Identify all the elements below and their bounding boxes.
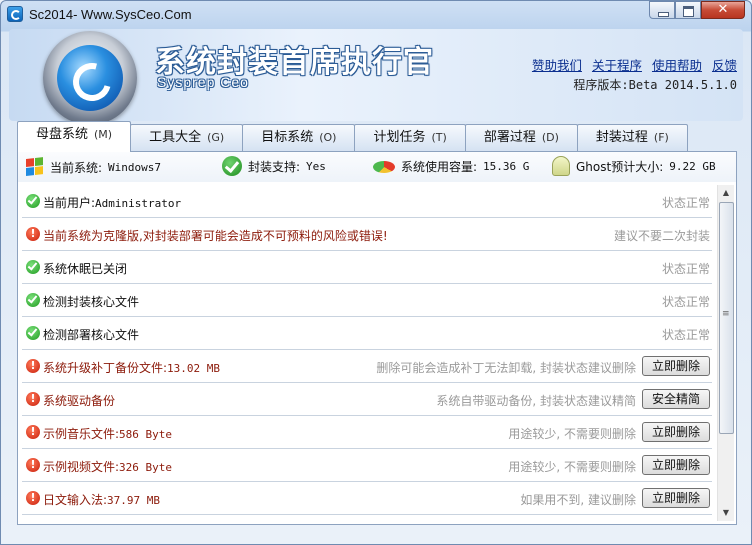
list-item: ! 示例音乐文件:586 Byte 用途较少, 不需要则删除 立即删除 bbox=[22, 416, 712, 449]
minimize-button[interactable] bbox=[649, 1, 675, 19]
app-window: Sc2014- Www.SysCeo.Com ✕ 系统封装首席执行官 Syspr… bbox=[0, 0, 752, 545]
header-links: 赞助我们 关于程序 使用帮助 反馈 bbox=[532, 55, 737, 74]
item-note: 如果用不到, 建议删除 bbox=[520, 493, 636, 507]
item-note: 状态正常 bbox=[661, 262, 710, 276]
ok-status-icon bbox=[26, 260, 40, 274]
list-item: ! 示例视频文件:326 Byte 用途较少, 不需要则删除 立即删除 bbox=[22, 449, 712, 482]
delete-now-button[interactable]: 立即删除 bbox=[642, 488, 710, 508]
item-note: 用途较少, 不需要则删除 bbox=[508, 427, 636, 441]
maximize-button[interactable] bbox=[675, 1, 701, 19]
tab-bar: 母盘系统 (M) 工具大全 (G) 目标系统 (O) 计划任务 (T) 部署过程 (D) … bbox=[17, 121, 688, 152]
warning-status-icon: ! bbox=[26, 227, 40, 241]
ok-status-icon bbox=[26, 293, 40, 307]
scroll-up-icon[interactable]: ▲ bbox=[718, 185, 734, 201]
list-item: 系统休眠已关闭 状态正常 bbox=[22, 251, 712, 284]
sponsor-link[interactable]: 赞助我们 bbox=[532, 55, 582, 74]
item-note: 删除可能会造成补丁无法卸载, 封装状态建议删除 bbox=[376, 361, 636, 375]
ghost-value: 9.22 GB bbox=[669, 159, 716, 173]
support-value: Yes bbox=[306, 159, 326, 173]
version-label: 程序版本:Beta 2014.5.1.0 bbox=[573, 78, 737, 92]
windows-logo-icon bbox=[26, 157, 44, 177]
item-text: 检测封装核心文件 bbox=[43, 295, 140, 309]
logo-icon bbox=[43, 31, 137, 125]
item-text: 检测部署核心文件 bbox=[43, 328, 140, 342]
system-info-bar: 当前系统: Windows7 封装支持: Yes 系统使用容量: 15.36 G Gh… bbox=[18, 152, 736, 182]
pie-chart-icon bbox=[373, 160, 395, 173]
list-item: ! 系统驱动备份 系统自带驱动备份, 封装状态建议精简 安全精简 bbox=[22, 383, 712, 416]
warning-status-icon: ! bbox=[26, 458, 40, 472]
scrollbar[interactable]: ▲ ▼ bbox=[717, 185, 734, 521]
close-button[interactable]: ✕ bbox=[701, 1, 745, 19]
delete-now-button[interactable]: 立即删除 bbox=[642, 422, 710, 442]
list-item: 检测封装核心文件 状态正常 bbox=[22, 284, 712, 317]
close-icon: ✕ bbox=[717, 2, 729, 17]
help-link[interactable]: 使用帮助 bbox=[652, 55, 702, 74]
safe-slim-button[interactable]: 安全精简 bbox=[642, 389, 710, 409]
item-note: 建议不要二次封装 bbox=[613, 229, 710, 243]
item-note: 状态正常 bbox=[661, 328, 710, 342]
feedback-link[interactable]: 反馈 bbox=[712, 55, 737, 74]
list-item: ! 日文输入法:37.97 MB 如果用不到, 建议删除 立即删除 bbox=[22, 482, 712, 515]
item-note: 状态正常 bbox=[661, 196, 710, 210]
item-text: 示例音乐文件:586 Byte bbox=[43, 427, 173, 441]
scroll-down-icon[interactable]: ▼ bbox=[718, 505, 734, 521]
item-text: 当前系统为克隆版,对封装部署可能会造成不可预料的风险或错误! bbox=[43, 229, 388, 243]
window-controls: ✕ bbox=[649, 1, 745, 19]
warning-status-icon: ! bbox=[26, 392, 40, 406]
item-text: 系统休眠已关闭 bbox=[43, 262, 128, 276]
list-item: ! 系统升级补丁备份文件:13.02 MB 删除可能会造成补丁无法卸载, 封装状态建… bbox=[22, 350, 712, 383]
window-title: Sc2014- Www.SysCeo.Com bbox=[29, 7, 192, 22]
item-note: 用途较少, 不需要则删除 bbox=[508, 460, 636, 474]
title-bar[interactable]: Sc2014- Www.SysCeo.Com ✕ bbox=[1, 1, 751, 28]
tab-tools[interactable]: 工具大全 (G) bbox=[130, 124, 244, 151]
item-text: 系统升级补丁备份文件:13.02 MB bbox=[43, 361, 221, 375]
warning-status-icon: ! bbox=[26, 491, 40, 505]
system-usage-info: 系统使用容量: 15.36 G bbox=[373, 158, 529, 175]
check-list: 当前用户:Administrator 状态正常! 当前系统为克隆版,对封装部署可能会… bbox=[22, 185, 712, 521]
item-note: 系统自带驱动备份, 封装状态建议精简 bbox=[436, 394, 636, 408]
item-text: 日文输入法:37.97 MB bbox=[43, 493, 161, 507]
current-os-value: Windows7 bbox=[108, 160, 162, 174]
tab-deploy-process[interactable]: 部署过程 (D) bbox=[464, 124, 578, 151]
ghost-size-info: Ghost预计大小: 9.22 GB bbox=[552, 156, 716, 176]
warning-status-icon: ! bbox=[26, 359, 40, 373]
tab-target-system[interactable]: 目标系统 (O) bbox=[242, 124, 356, 151]
list-item: 当前用户:Administrator 状态正常 bbox=[22, 185, 712, 218]
about-link[interactable]: 关于程序 bbox=[592, 55, 642, 74]
ghost-icon bbox=[552, 156, 570, 176]
delete-now-button[interactable]: 立即删除 bbox=[642, 455, 710, 475]
warning-status-icon: ! bbox=[26, 425, 40, 439]
app-subtitle: Sysprep Ceo bbox=[157, 74, 249, 90]
tab-master-system[interactable]: 母盘系统 (M) bbox=[17, 121, 132, 152]
list-item: ! 当前系统为克隆版,对封装部署可能会造成不可预料的风险或错误! 建议不要二次封装 bbox=[22, 218, 712, 251]
item-text: 系统驱动备份 bbox=[43, 394, 116, 408]
header-banner: 系统封装首席执行官 Sysprep Ceo 赞助我们 关于程序 使用帮助 反馈 … bbox=[9, 29, 743, 125]
delete-now-button[interactable]: 立即删除 bbox=[642, 356, 710, 376]
scroll-thumb[interactable] bbox=[719, 202, 734, 434]
app-icon[interactable] bbox=[7, 6, 23, 22]
package-support-info: 封装支持: Yes bbox=[222, 156, 326, 176]
ok-status-icon bbox=[26, 194, 40, 208]
tab-scheduled-tasks[interactable]: 计划任务 (T) bbox=[354, 124, 466, 151]
tab-package-process[interactable]: 封装过程 (F) bbox=[576, 124, 688, 151]
list-item: 检测部署核心文件 状态正常 bbox=[22, 317, 712, 350]
item-text: 示例视频文件:326 Byte bbox=[43, 460, 173, 474]
usage-value: 15.36 G bbox=[483, 160, 530, 173]
main-panel: 当前系统: Windows7 封装支持: Yes 系统使用容量: 15.36 G Gh… bbox=[17, 151, 737, 525]
check-icon bbox=[222, 156, 242, 176]
item-text: 当前用户:Administrator bbox=[43, 196, 182, 210]
ok-status-icon bbox=[26, 326, 40, 340]
item-note: 状态正常 bbox=[661, 295, 710, 309]
current-os-info: 当前系统: Windows7 bbox=[26, 157, 162, 177]
